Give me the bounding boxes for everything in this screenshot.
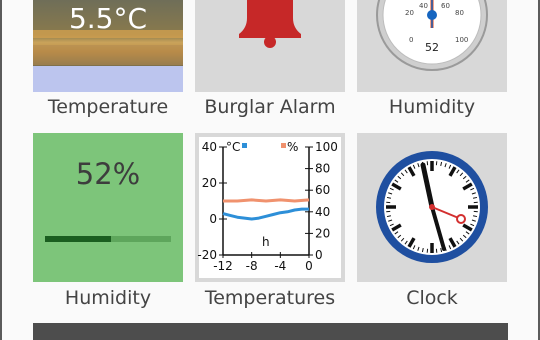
temperature-tile[interactable]: 5.5°C [33,0,183,92]
dashboard-screen: 5.5°C Temperature Burglar Alarm 20 40 60… [0,0,540,340]
chart-legend-temperature-marker [242,143,247,148]
chart-left-tick-label: 40 [202,140,217,154]
clock-icon [376,151,488,263]
chart-x-tick-label: -4 [274,259,286,273]
humidity-percent-value: 52% [75,157,141,191]
chart-x-label: h [262,235,270,249]
chart-x-tick-label: -12 [213,259,233,273]
temperature-label: Temperature [47,96,169,118]
humidity-progress-fill [45,236,111,242]
gauge-tick-0: 0 [409,36,413,44]
temperatures-chart-tile[interactable]: 40 20 0 -20 100 80 60 40 20 0 -12 -8 -4 0 °C % h [195,133,345,282]
clock-tile[interactable] [357,133,507,282]
chart-x-tick-label: -8 [246,259,258,273]
humidity-gauge-tile[interactable]: 20 40 60 80 100 0 52 [357,0,507,92]
bell-icon [239,0,301,48]
gauge-value: 52 [425,41,439,54]
left-edge [0,0,2,340]
humidity-percent-label: Humidity [64,287,152,309]
chart-right-tick-label: 0 [315,248,323,262]
clock-label: Clock [406,287,458,309]
chart-right-tick-label: 100 [315,140,338,154]
chart-right-unit: % [287,140,298,154]
gauge-tick-60: 60 [441,2,450,10]
chart-x-tick-label: 0 [305,259,313,273]
burglar-alarm-label: Burglar Alarm [204,96,336,118]
chart-right-tick-label: 80 [315,162,330,176]
humidity-gauge: 20 40 60 80 100 0 52 [376,0,488,71]
gauge-tick-40: 40 [419,2,428,10]
bottom-bar [33,323,508,340]
chart-right-tick-label: 40 [315,205,330,219]
chart-left-tick-label: 0 [209,212,217,226]
gauge-tick-20: 20 [405,9,414,17]
chart-left-tick-label: 20 [202,176,217,190]
gauge-tick-80: 80 [455,9,464,17]
chart-left-unit: °C [226,140,240,154]
burglar-alarm-tile[interactable] [195,0,345,92]
temperatures-label: Temperatures [204,287,336,309]
humidity-percent-tile[interactable]: 52% [33,133,183,282]
temperatures-chart: 40200-20100806040200-12 -8 -4 0 °C % h [197,137,341,278]
temperature-value: 5.5°C [68,2,148,35]
humidity-progress-track [45,236,171,242]
chart-humidity-line [223,198,310,203]
chart-right-tick-label: 60 [315,183,330,197]
humidity-gauge-label: Humidity [388,96,476,118]
chart-right-tick-label: 20 [315,226,330,240]
gauge-tick-100: 100 [455,36,468,44]
chart-legend-humidity-marker [281,143,286,148]
